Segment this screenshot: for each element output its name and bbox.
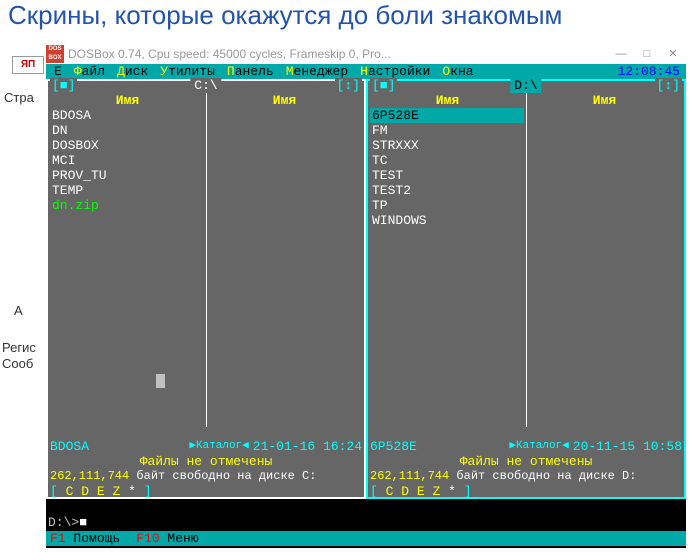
file-item[interactable]: BDOSA — [50, 108, 204, 123]
panels: [■] [↕] C:\ Имя Имя BDOSADNDOSBOXMCIPROV… — [46, 79, 686, 499]
menu-panel[interactable]: Панель — [221, 64, 280, 79]
window-close-button[interactable]: ✕ — [660, 45, 686, 63]
file-item[interactable]: TP — [370, 198, 524, 213]
help-f1[interactable]: F1 Помощь — [50, 531, 120, 546]
panel-corner-icon[interactable]: [■] — [370, 78, 397, 93]
info-date: 21-01-16 16:24 — [253, 439, 362, 454]
side-text-a: А — [14, 303, 23, 318]
help-f10[interactable]: F10 Меню — [136, 531, 198, 546]
file-item[interactable]: DN — [50, 123, 204, 138]
side-text-reg: Регис — [2, 340, 36, 355]
window-titlebar: DOS BOX DOSBox 0.74, Cpu speed: 45000 cy… — [46, 44, 686, 64]
right-panel-free: 262,111,744 байт свободно на диске D: — [370, 469, 682, 484]
thumb-logo: ЯП — [12, 56, 44, 74]
info-katalog: ▶Каталог◀ — [509, 439, 568, 454]
right-panel-files: 6P528EFMSTRXXXTCTESTTEST2TPWINDOWS — [370, 108, 524, 228]
panel-corner-icon[interactable]: [■] — [50, 78, 77, 93]
cursor-block — [156, 374, 165, 388]
menu-utilities[interactable]: Утилиты — [154, 64, 221, 79]
helpbar: F1 Помощь F10 Меню — [46, 531, 686, 546]
col-header-name-1: Имя — [369, 93, 526, 108]
file-item[interactable]: TC — [370, 153, 524, 168]
info-name: 6P528E — [370, 439, 417, 454]
file-item[interactable]: TEST2 — [370, 183, 524, 198]
left-panel-free: 262,111,744 байт свободно на диске C: — [50, 469, 362, 484]
right-panel-drives[interactable]: [ C D E Z * ] — [370, 484, 682, 499]
panel-scroll-icon[interactable]: [↕] — [335, 78, 362, 93]
page-title: Скрины, которые окажутся до боли знакомы… — [8, 0, 562, 31]
file-item[interactable]: STRXXX — [370, 138, 524, 153]
window-minimize-button[interactable]: — — [608, 45, 634, 63]
info-name: BDOSA — [50, 439, 89, 454]
file-item[interactable]: PROV_TU — [50, 168, 204, 183]
left-panel-info: BDOSA ▶Каталог◀ 21-01-16 16:24 — [50, 439, 362, 454]
file-item[interactable]: WINDOWS — [370, 213, 524, 228]
dosbox-icon: DOS BOX — [46, 45, 64, 63]
col-header-name-2: Имя — [526, 93, 683, 108]
left-panel-files: BDOSADNDOSBOXMCIPROV_TUTEMPdn.zip — [50, 108, 204, 213]
file-item[interactable]: MCI — [50, 153, 204, 168]
info-date: 20-11-15 10:58 — [573, 439, 682, 454]
menu-windows[interactable]: Окна — [436, 64, 479, 79]
cursor-icon: ■ — [79, 515, 87, 530]
left-panel-drives[interactable]: [ C D E Z * ] — [50, 484, 362, 499]
window-title: DOSBox 0.74, Cpu speed: 45000 cycles, Fr… — [68, 47, 608, 61]
command-line[interactable]: D:\>■ — [46, 514, 686, 531]
right-panel-drive[interactable]: D:\ — [510, 78, 541, 93]
right-panel-marked: Файлы не отмечены — [370, 454, 682, 469]
menu-file[interactable]: Файл — [68, 64, 111, 79]
file-item[interactable]: FM — [370, 123, 524, 138]
panel-divider — [526, 93, 527, 427]
menu-e[interactable]: E — [48, 64, 68, 79]
file-item[interactable]: TEST — [370, 168, 524, 183]
right-panel-info: 6P528E ▶Каталог◀ 20-11-15 10:58 — [370, 439, 682, 454]
menubar: E Файл Диск Утилиты Панель Менеджер Наст… — [46, 64, 686, 79]
side-text-stran: Стра — [4, 90, 34, 105]
panel-scroll-icon[interactable]: [↕] — [655, 78, 682, 93]
left-panel-marked: Файлы не отмечены — [50, 454, 362, 469]
window-maximize-button[interactable]: □ — [634, 45, 660, 63]
col-header-name-1: Имя — [49, 93, 206, 108]
left-panel[interactable]: [■] [↕] C:\ Имя Имя BDOSADNDOSBOXMCIPROV… — [46, 79, 366, 499]
dosbox-window: DOS BOX DOSBox 0.74, Cpu speed: 45000 cy… — [46, 44, 686, 548]
col-header-name-2: Имя — [206, 93, 363, 108]
right-panel[interactable]: [■] [↕] D:\ Имя Имя 6P528EFMSTRXXXTCTEST… — [366, 79, 686, 499]
info-katalog: ▶Каталог◀ — [189, 439, 248, 454]
file-item[interactable]: DOSBOX — [50, 138, 204, 153]
left-panel-drive[interactable]: C:\ — [190, 78, 221, 93]
menu-settings[interactable]: Настройки — [354, 64, 436, 79]
file-item[interactable]: dn.zip — [50, 198, 204, 213]
file-item[interactable]: 6P528E — [370, 108, 524, 123]
dos-content: E Файл Диск Утилиты Панель Менеджер Наст… — [46, 64, 686, 548]
panel-divider — [206, 93, 207, 427]
menu-manager[interactable]: Менеджер — [280, 64, 354, 79]
menu-disk[interactable]: Диск — [111, 64, 154, 79]
prompt: D:\> — [48, 515, 79, 530]
side-text-soob: Сооб — [2, 356, 33, 371]
clock: 12:08:45 — [618, 64, 684, 79]
file-item[interactable]: TEMP — [50, 183, 204, 198]
cmdline-blank — [46, 499, 686, 514]
